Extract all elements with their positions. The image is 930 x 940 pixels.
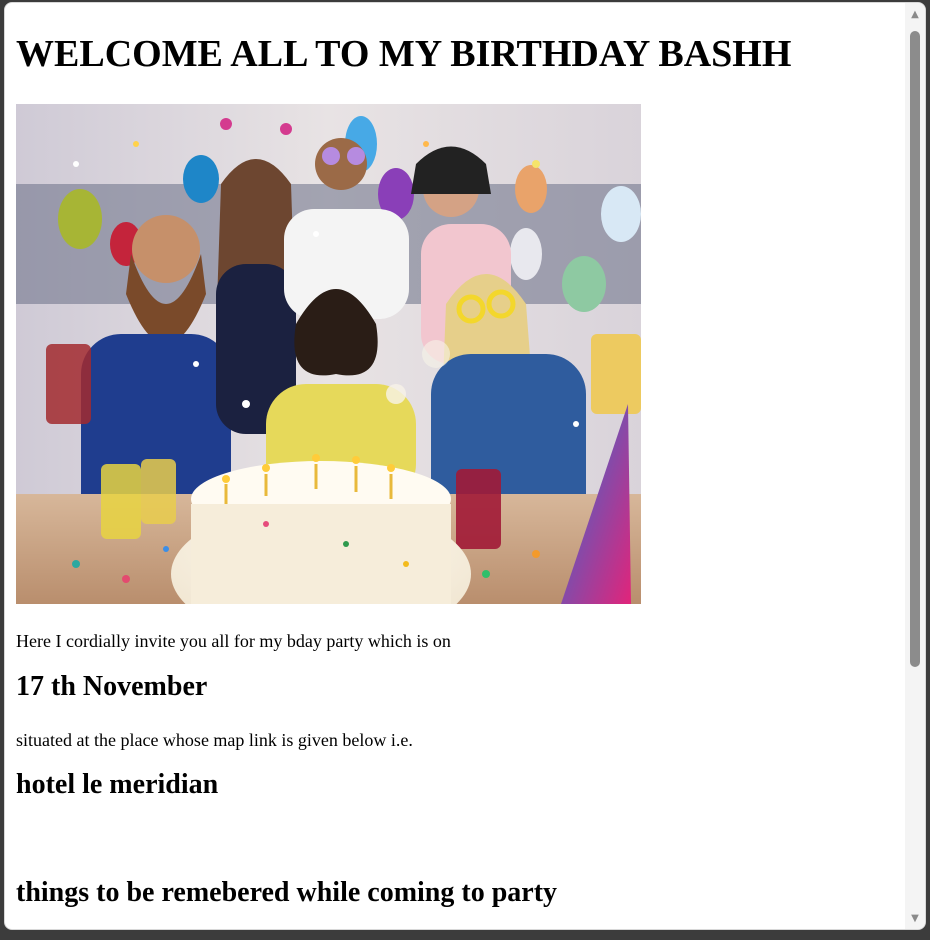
location-text: situated at the place whose map link is …: [16, 730, 413, 750]
party-date: 17 th November: [16, 671, 208, 702]
invite-text: Here I cordially invite you all for my b…: [16, 631, 451, 651]
page-content: WELCOME ALL TO MY BIRTHDAY BASHH Here I …: [5, 3, 907, 929]
scroll-down-arrow-icon[interactable]: ▼: [909, 913, 921, 925]
vertical-scrollbar[interactable]: ▲ ▼: [905, 3, 925, 929]
page-title: WELCOME ALL TO MY BIRTHDAY BASHH: [16, 33, 792, 75]
birthday-party-photo: [16, 104, 641, 604]
venue-name: hotel le meridian: [16, 769, 219, 800]
browser-window: WELCOME ALL TO MY BIRTHDAY BASHH Here I …: [4, 2, 926, 930]
things-heading: things to be remebered while coming to p…: [16, 877, 558, 908]
scroll-up-arrow-icon[interactable]: ▲: [909, 9, 921, 21]
scrollbar-thumb[interactable]: [910, 31, 920, 667]
